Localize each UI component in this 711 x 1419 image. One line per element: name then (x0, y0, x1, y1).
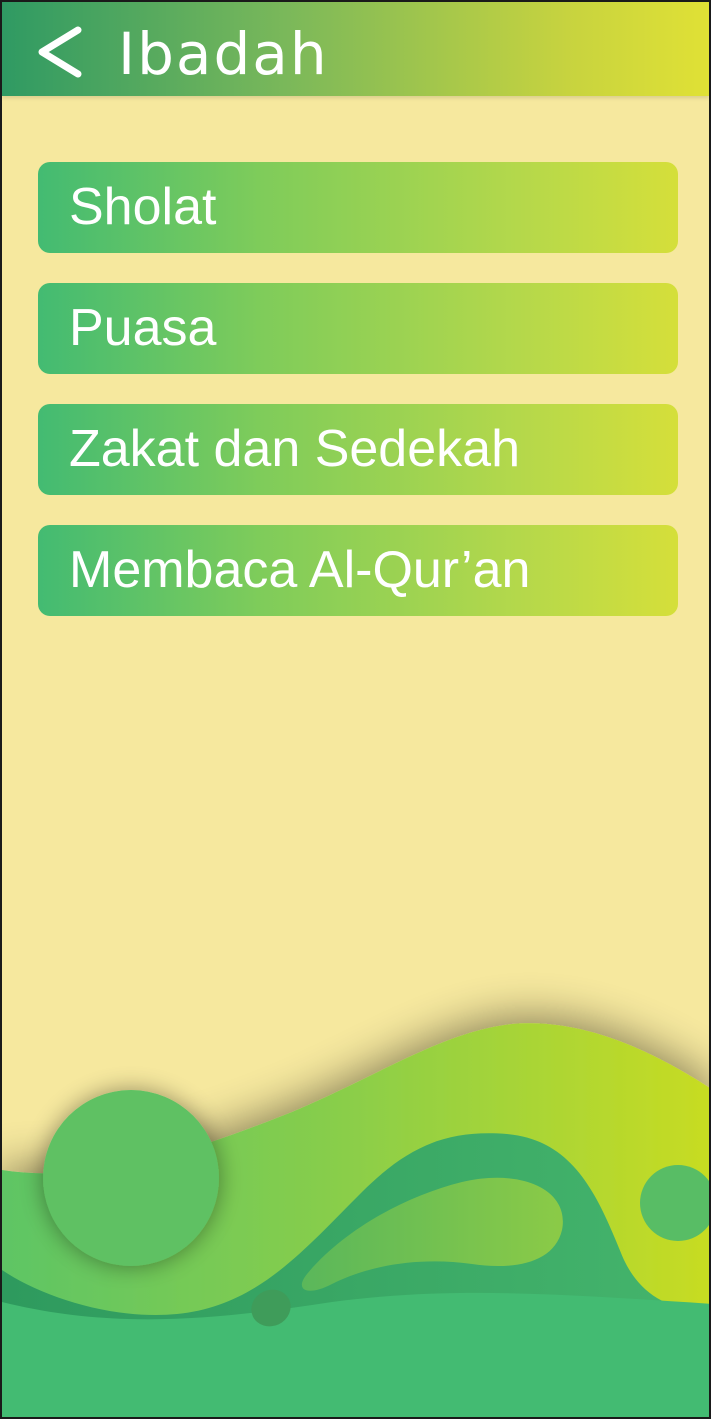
menu-item-puasa[interactable]: Puasa (38, 283, 678, 374)
wave-decoration (2, 1023, 709, 1417)
menu-item-membaca-al-quran[interactable]: Membaca Al-Qur’an (38, 525, 678, 616)
app-header: Ibadah (2, 2, 709, 96)
ibadah-screen: Ibadah Sholat Puasa Zakat dan Sedekah Me… (0, 0, 711, 1419)
menu-item-zakat-dan-sedekah[interactable]: Zakat dan Sedekah (38, 404, 678, 495)
ibadah-menu: Sholat Puasa Zakat dan Sedekah Membaca A… (38, 162, 678, 646)
back-button[interactable] (32, 24, 88, 80)
page-title: Ibadah (118, 20, 329, 88)
chevron-left-icon (38, 26, 82, 78)
menu-item-sholat[interactable]: Sholat (38, 162, 678, 253)
